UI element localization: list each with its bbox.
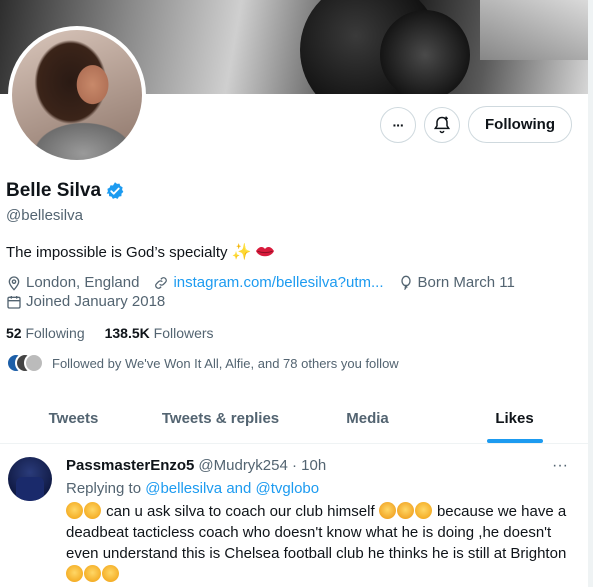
website-item[interactable]: instagram.com/bellesilva?utm...	[153, 274, 384, 291]
tweet-more-button[interactable]: ···	[552, 457, 568, 475]
smiling-face-icon	[102, 565, 119, 582]
tab-tweets-replies[interactable]: Tweets & replies	[147, 394, 294, 443]
smiling-face-icon	[84, 502, 101, 519]
calendar-icon	[7, 295, 21, 309]
smiling-face-icon	[66, 502, 83, 519]
birthday-item: Born March 11	[398, 274, 515, 291]
verified-badge-icon	[106, 182, 124, 199]
smiling-face-icon	[84, 565, 101, 582]
joined-text: Joined January 2018	[26, 293, 166, 310]
profile-bio: The impossible is God’s specialty ✨	[6, 242, 275, 262]
avatar-image	[12, 30, 142, 160]
birthday-text: Born March 11	[417, 274, 515, 291]
reply-context: Replying to @bellesilva and @tvglobo	[66, 480, 320, 497]
reply-targets-link[interactable]: @bellesilva and @tvglobo	[145, 480, 319, 497]
follower-avatars	[6, 353, 44, 373]
tweet-handle-time[interactable]: @Mudryk254 · 10h	[198, 457, 326, 474]
link-icon	[155, 276, 168, 289]
location-pin-icon	[8, 275, 20, 291]
tweet[interactable]: PassmasterEnzo5 @Mudryk254 · 10h ··· Rep…	[0, 445, 588, 587]
tweet-author-avatar[interactable]	[8, 457, 52, 501]
location-text: London, England	[26, 274, 140, 291]
tab-tweets[interactable]: Tweets	[0, 394, 147, 443]
tab-media[interactable]: Media	[294, 394, 441, 443]
joined-item: Joined January 2018	[6, 293, 165, 310]
banner-image-part	[380, 10, 470, 94]
tab-likes[interactable]: Likes	[441, 394, 588, 443]
tweet-author-name[interactable]: PassmasterEnzo5	[66, 457, 194, 474]
website-link[interactable]: instagram.com/bellesilva?utm...	[173, 274, 383, 291]
smiling-face-icon	[66, 565, 83, 582]
tweet-header: PassmasterEnzo5 @Mudryk254 · 10h	[66, 457, 326, 474]
following-button[interactable]: Following	[468, 106, 572, 143]
bio-text: The impossible is God’s specialty	[6, 243, 228, 261]
follow-counts: 52 Following 138.5K Followers	[6, 325, 214, 341]
location-item: London, England	[6, 274, 139, 291]
followed-by-text: Followed by We've Won It All, Alfie, and…	[52, 355, 399, 371]
smiling-face-icon	[414, 502, 432, 519]
more-dots-icon: ···	[392, 117, 405, 133]
scrollbar-track[interactable]	[588, 0, 593, 587]
sparkles-icon: ✨	[231, 244, 252, 261]
profile-name-row: Belle Silva	[6, 180, 125, 202]
follower-avatar	[24, 353, 44, 373]
lips-icon	[256, 246, 275, 257]
following-count-link[interactable]: 52 Following	[6, 325, 85, 341]
profile-meta-row: London, England instagram.com/bellesilva…	[6, 274, 529, 291]
notifications-button[interactable]	[424, 107, 460, 143]
profile-tabs: Tweets Tweets & replies Media Likes	[0, 394, 588, 444]
tweet-text: can u ask silva to coach our club himsel…	[66, 501, 582, 585]
banner-image-part	[480, 0, 588, 60]
profile-name: Belle Silva	[6, 180, 102, 201]
bell-plus-icon	[433, 116, 451, 134]
followed-by-row[interactable]: Followed by We've Won It All, Alfie, and…	[6, 353, 399, 373]
more-options-button[interactable]: ···	[380, 107, 416, 143]
kissing-face-icon	[378, 502, 396, 519]
followers-count-link[interactable]: 138.5K Followers	[105, 325, 214, 341]
active-tab-indicator	[486, 439, 543, 443]
kissing-face-icon	[396, 502, 414, 519]
balloon-icon	[400, 275, 411, 290]
profile-handle: @bellesilva	[6, 207, 83, 224]
profile-avatar[interactable]	[8, 26, 146, 164]
